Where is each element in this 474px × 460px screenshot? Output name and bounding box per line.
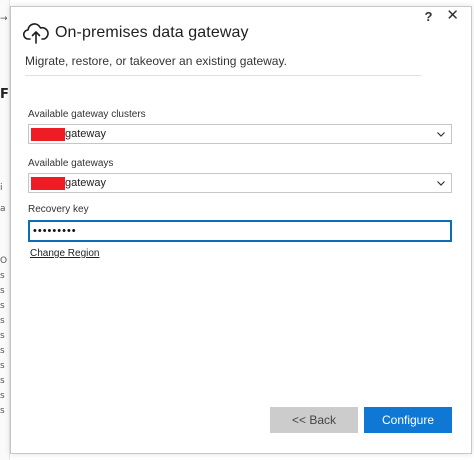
clusters-select[interactable]: gateway [28,124,452,144]
screen: → F i a O s s s s s s s s s s ? ✕ On-pre… [0,0,474,460]
cloud-upload-icon [23,21,49,45]
background-text: i [0,183,3,193]
background-text: s [0,286,5,296]
redaction-mark [31,128,65,141]
background-text: O [0,256,8,266]
help-button[interactable]: ? [424,9,432,24]
window-controls: ? ✕ [424,8,459,24]
recovery-key-input[interactable] [28,220,452,242]
gateways-label: Available gateways [28,158,114,169]
header-divider [25,75,421,76]
background-text: s [0,391,5,401]
background-text: s [0,376,5,386]
gateways-select-value: gateway [65,177,106,189]
background-window: → F i a O s s s s s s s s s s [0,0,10,460]
close-button[interactable]: ✕ [446,8,459,24]
gateway-dialog: ? ✕ On-premises data gateway Migrate, re… [10,6,472,454]
change-region-link[interactable]: Change Region [30,248,100,259]
background-text: s [0,406,5,416]
back-button[interactable]: << Back [270,407,358,433]
clusters-label: Available gateway clusters [28,109,146,120]
dialog-subtitle: Migrate, restore, or takeover an existin… [25,54,287,68]
background-text: → [0,14,8,24]
redaction-mark [31,177,65,190]
recovery-key-label: Recovery key [28,204,89,215]
clusters-select-value: gateway [65,128,106,140]
background-text: s [0,361,5,371]
background-text: s [0,331,5,341]
background-text: s [0,316,5,326]
background-text: F [0,87,9,102]
chevron-down-icon [435,176,447,195]
background-text: a [0,204,6,214]
background-text: s [0,346,5,356]
chevron-down-icon [435,127,447,146]
background-text: s [0,301,5,311]
background-text: s [0,271,5,281]
configure-button[interactable]: Configure [364,407,452,433]
dialog-title: On-premises data gateway [55,24,249,41]
gateways-select[interactable]: gateway [28,173,452,193]
dialog-header: On-premises data gateway [23,21,249,45]
